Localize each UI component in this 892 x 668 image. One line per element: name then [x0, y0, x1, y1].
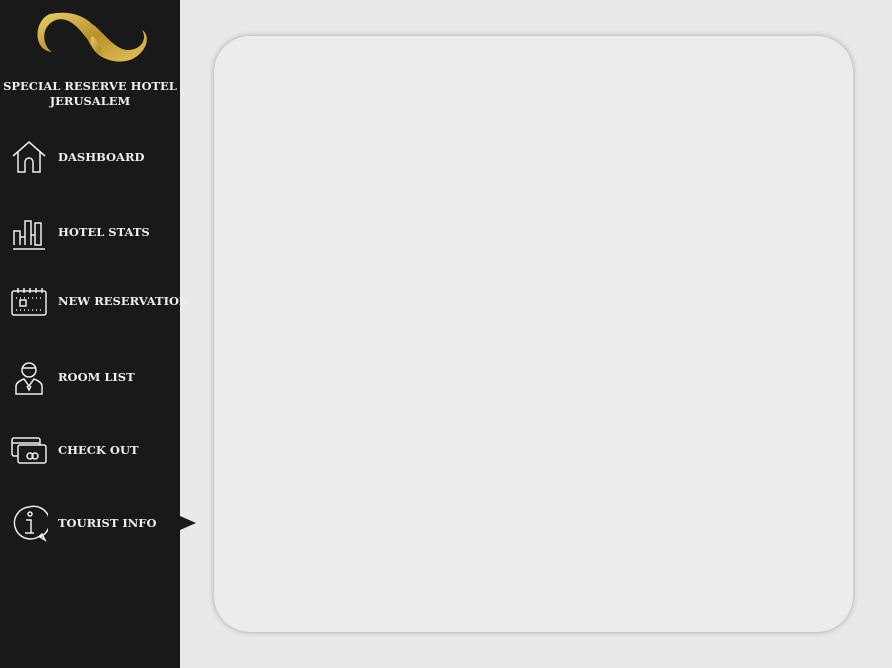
- nav-label: DASHBOARD: [58, 150, 145, 164]
- nav-label: NEW RESERVATION: [58, 294, 190, 308]
- nav-tourist-info[interactable]: TOURIST INFO: [10, 503, 156, 543]
- nav-hotel-stats[interactable]: HOTEL STATS: [10, 212, 150, 252]
- hotel-name-line1: SPECIAL RESERVE HOTEL: [3, 79, 177, 93]
- active-indicator: [180, 516, 196, 530]
- nav-room-list[interactable]: ROOM LIST: [10, 357, 135, 397]
- sidebar: SPECIAL RESERVE HOTEL JERUSALEM DASHBOARD…: [0, 0, 190, 668]
- house-icon: [12, 141, 46, 173]
- person-icon: [15, 362, 43, 395]
- hotel-logo: [37, 12, 147, 62]
- hotel-name: SPECIAL RESERVE HOTEL JERUSALEM: [0, 79, 180, 109]
- nav-label: TOURIST INFO: [58, 516, 157, 530]
- nav-dashboard[interactable]: DASHBOARD: [10, 137, 144, 177]
- calendar-icon: [11, 288, 47, 316]
- nav-new-reservation[interactable]: NEW RESERVATION: [10, 281, 190, 321]
- nav-label: HOTEL STATS: [58, 225, 150, 239]
- content-panel: [214, 36, 853, 632]
- nav-check-out[interactable]: CHECK OUT: [10, 430, 139, 470]
- bar-chart-icon: [13, 220, 45, 250]
- hotel-name-line2: JERUSALEM: [49, 94, 131, 108]
- credit-card-icon: [11, 437, 47, 464]
- nav-label: ROOM LIST: [58, 370, 135, 384]
- nav-label: CHECK OUT: [58, 443, 139, 457]
- info-icon: [13, 505, 48, 542]
